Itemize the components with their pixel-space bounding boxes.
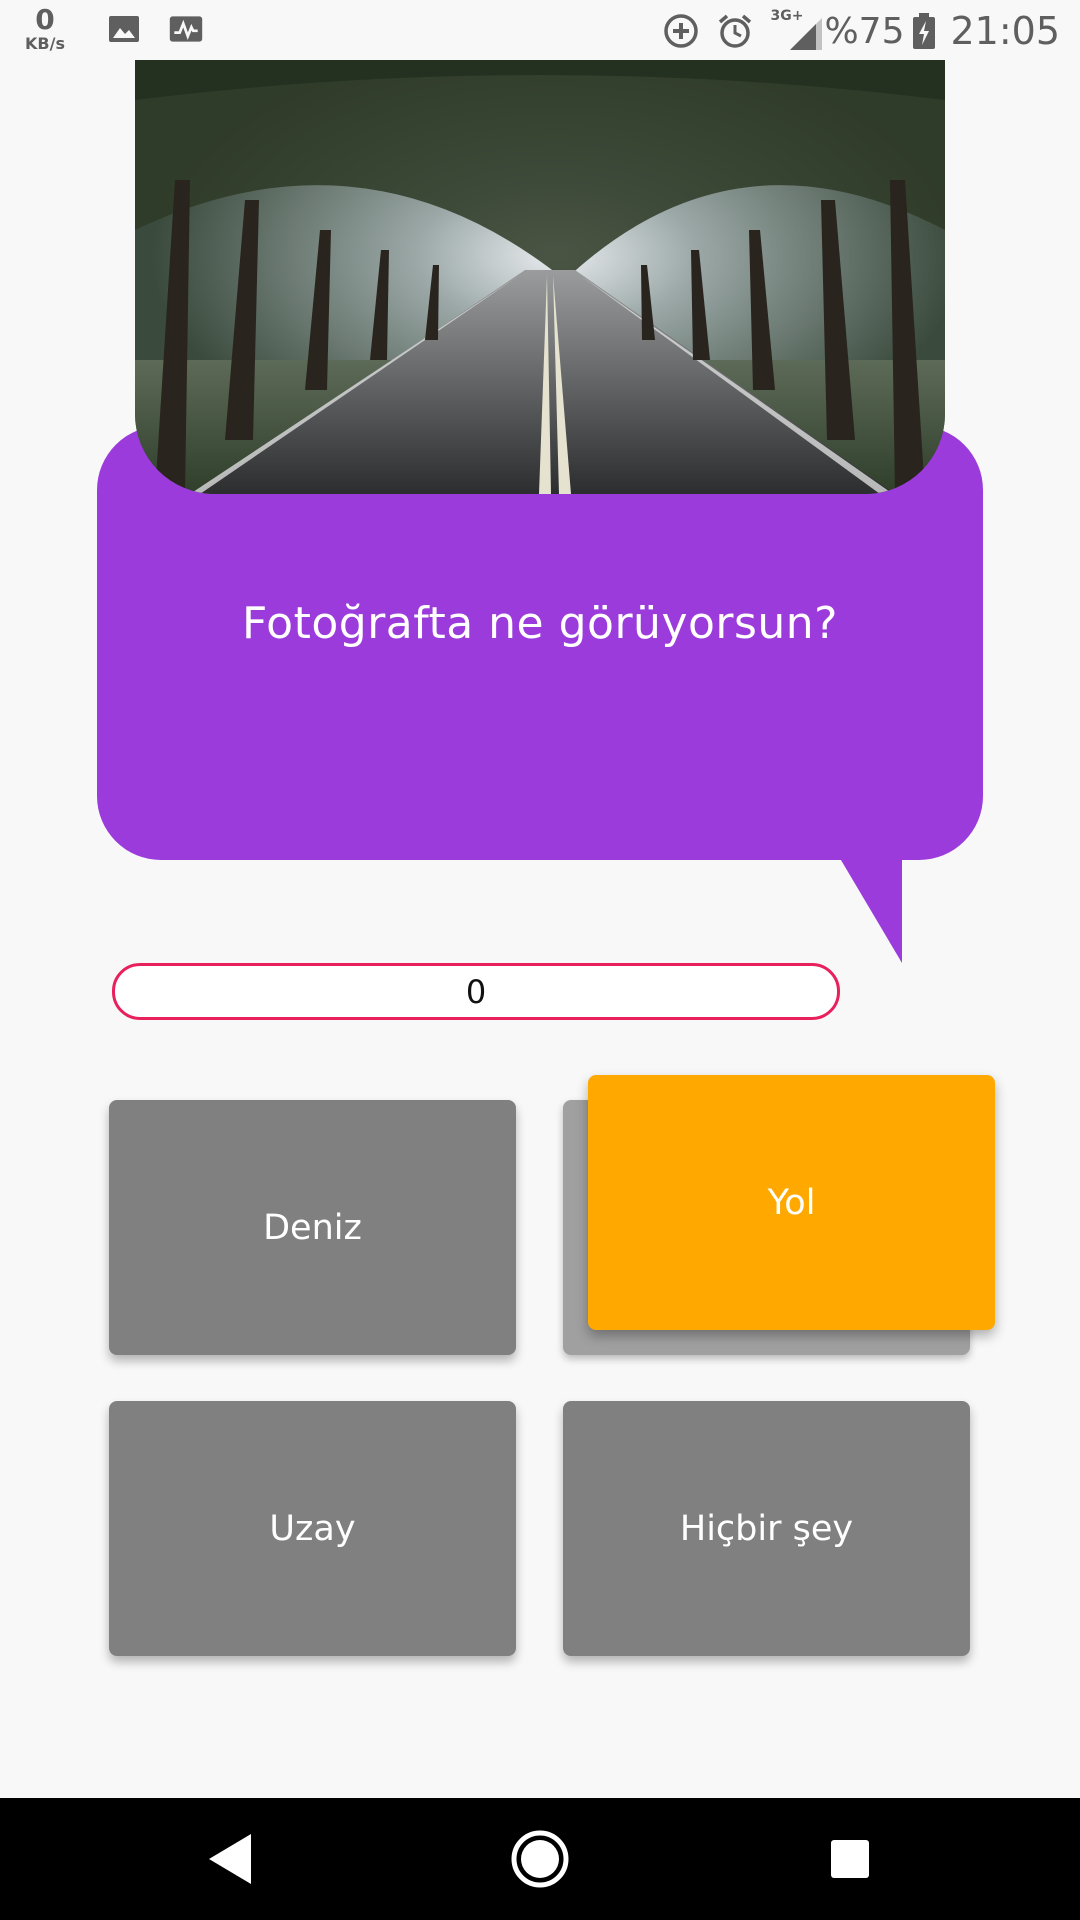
- back-icon: [209, 1834, 251, 1884]
- network-speed: 0 KB/s: [22, 6, 68, 52]
- answer-button-uzay[interactable]: Uzay: [109, 1401, 516, 1656]
- question-text: Fotoğrafta ne görüyorsun?: [241, 598, 839, 649]
- battery-percentage: %75: [824, 10, 905, 52]
- alarm-icon: [719, 14, 752, 48]
- score-counter: 0: [112, 963, 840, 1020]
- data-saver-icon: [664, 14, 699, 48]
- clock: 21:05: [950, 9, 1060, 53]
- road-photo: [135, 60, 945, 494]
- navigation-bar: [0, 1798, 1080, 1920]
- answer-button-yol[interactable]: Yol: [588, 1075, 995, 1330]
- status-bar: 0 KB/s 3G+ %75 21:05: [0, 0, 1080, 60]
- signal-icon: [790, 18, 823, 50]
- recents-button[interactable]: [790, 1798, 910, 1920]
- signal-indicator: 3G+: [770, 8, 823, 52]
- battery-charging-icon: [913, 13, 936, 49]
- image-icon: [109, 16, 139, 42]
- home-button[interactable]: [480, 1798, 600, 1920]
- home-icon: [511, 1830, 569, 1888]
- recents-icon: [831, 1840, 869, 1878]
- answer-button-deniz[interactable]: Deniz: [109, 1100, 516, 1355]
- activity-icon: [169, 16, 203, 42]
- network-speed-unit: KB/s: [25, 34, 65, 53]
- network-speed-value: 0: [35, 3, 55, 36]
- question-photo: [135, 60, 945, 494]
- back-button[interactable]: [170, 1798, 290, 1920]
- bubble-tail: [838, 855, 902, 963]
- answer-button-hicbir-sey[interactable]: Hiçbir şey: [563, 1401, 970, 1656]
